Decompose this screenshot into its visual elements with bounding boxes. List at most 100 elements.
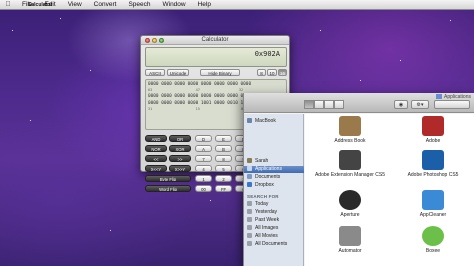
app-label: Adobe (425, 138, 441, 144)
xor-key[interactable]: XOR (169, 145, 191, 152)
display-value: 0x902A (254, 50, 280, 58)
one-key[interactable]: 1 (195, 175, 212, 182)
search-input[interactable] (434, 100, 470, 109)
calculator-title: Calculator (201, 37, 229, 43)
app-address-book[interactable]: Address Book (310, 116, 390, 144)
b-key[interactable]: B (215, 145, 232, 152)
hide-binary-button[interactable]: Hide Binary (200, 69, 240, 76)
sidebar-item-sarah[interactable]: Sarah (247, 158, 304, 165)
app-aperture[interactable]: Aperture (310, 190, 390, 218)
sidebar-item-all-documents[interactable]: All Documents (247, 241, 304, 248)
laptop-icon (247, 118, 252, 123)
ascii-button[interactable]: ASCII (145, 69, 165, 76)
star (90, 70, 91, 71)
column-view-button[interactable] (324, 100, 334, 109)
smart-folder-icon (247, 225, 252, 230)
view-mode-segmented[interactable] (304, 100, 344, 109)
automator-icon (339, 226, 361, 246)
star (320, 30, 321, 31)
eight-key[interactable]: 8 (215, 155, 232, 162)
five-key[interactable]: 5 (215, 165, 232, 172)
star (450, 20, 451, 21)
smart-folder-icon (247, 241, 252, 246)
double-zero-key[interactable]: 00 (195, 185, 212, 192)
mode-bar: ASCII Unicode Hide Binary 8 10 16 (145, 69, 287, 77)
unicode-button[interactable]: Unicode (167, 69, 189, 76)
clock-icon (247, 209, 252, 214)
four-key[interactable]: 4 (195, 165, 212, 172)
star (60, 18, 61, 19)
d-key[interactable]: D (195, 135, 212, 142)
app-label: Adobe Photoshop CS5 (407, 172, 459, 178)
menu-convert[interactable]: Convert (88, 1, 123, 8)
sidebar-item-all-movies[interactable]: All Movies (247, 233, 304, 240)
icon-view-button[interactable] (304, 100, 314, 109)
app-label: Boxee (425, 248, 441, 254)
e-key[interactable]: E (215, 135, 232, 142)
sidebar-item-macbook[interactable]: MacBook (247, 118, 304, 125)
star (360, 80, 361, 81)
menu-bar:  Calculator File Edit View Convert Spee… (0, 0, 474, 10)
app-label: Adobe Extension Manager CS5 (314, 172, 386, 178)
sidebar-item-yesterday[interactable]: Yesterday (247, 209, 304, 216)
smart-folder-icon (247, 233, 252, 238)
adobe-folder-icon (422, 116, 444, 136)
and-key[interactable]: AND (145, 135, 167, 142)
menu-speech[interactable]: Speech (122, 1, 156, 8)
app-adobe-photoshop[interactable]: Adobe Photoshop CS5 (393, 150, 473, 178)
clock-icon (247, 201, 252, 206)
word-flip-key[interactable]: Word Flip (145, 185, 191, 192)
clock-icon (247, 217, 252, 222)
app-label: Address Book (334, 138, 366, 144)
sidebar-item-past-week[interactable]: Past Week (247, 217, 304, 224)
sidebar-item-applications[interactable]: Applications (244, 166, 304, 173)
two-key[interactable]: 2 (215, 175, 232, 182)
calculator-titlebar[interactable]: Calculator (141, 36, 289, 45)
folder-icon (436, 94, 443, 99)
x-shift-left-y-key[interactable]: X<<Y (145, 165, 167, 172)
app-appcleaner[interactable]: AppCleaner (393, 190, 473, 218)
x-shift-right-y-key[interactable]: X>>Y (169, 165, 191, 172)
finder-content: Address Book Adobe Adobe Extension Manag… (305, 114, 474, 266)
nor-key[interactable]: NOR (145, 145, 167, 152)
menu-window[interactable]: Window (156, 1, 191, 8)
star (12, 30, 13, 31)
byte-flip-key[interactable]: Byte Flip (145, 175, 191, 182)
gear-icon[interactable]: ⚙▾ (411, 100, 429, 109)
base-10-button[interactable]: 10 (267, 69, 277, 76)
home-icon (247, 158, 252, 163)
documents-icon (247, 174, 252, 179)
app-adobe[interactable]: Adobe (393, 116, 473, 144)
star (400, 60, 401, 61)
star (110, 230, 111, 231)
seven-key[interactable]: 7 (195, 155, 212, 162)
extension-manager-icon (339, 150, 361, 170)
sidebar-item-dropbox[interactable]: Dropbox (247, 182, 304, 189)
address-book-icon (339, 116, 361, 136)
dropbox-icon (247, 182, 252, 187)
ff-key[interactable]: FF (215, 185, 232, 192)
photoshop-icon (422, 150, 444, 170)
eye-icon[interactable]: ◉ (394, 100, 408, 109)
list-view-button[interactable] (314, 100, 324, 109)
app-automator[interactable]: Automator (310, 226, 390, 254)
base-8-button[interactable]: 8 (257, 69, 266, 76)
app-label: Aperture (340, 212, 360, 218)
a-key[interactable]: A (195, 145, 212, 152)
app-label: Automator (338, 248, 362, 254)
app-adobe-extension-manager[interactable]: Adobe Extension Manager CS5 (310, 150, 390, 178)
shift-left-key[interactable]: << (145, 155, 167, 162)
base-16-button[interactable]: 16 (278, 69, 287, 76)
sidebar-item-all-images[interactable]: All Images (247, 225, 304, 232)
finder-window: Applications ◉ ⚙▾ MacBook Sarah Applicat… (243, 93, 474, 266)
menu-calculator[interactable]: Calculator (0, 2, 80, 8)
shift-right-key[interactable]: >> (169, 155, 191, 162)
menu-help[interactable]: Help (192, 1, 217, 8)
coverflow-view-button[interactable] (334, 100, 344, 109)
app-boxee[interactable]: Boxee (393, 226, 473, 254)
star (30, 120, 31, 121)
sidebar-item-documents[interactable]: Documents (247, 174, 304, 181)
or-key[interactable]: OR (169, 135, 191, 142)
sidebar-item-today[interactable]: Today (247, 201, 304, 208)
applications-icon (247, 166, 252, 171)
